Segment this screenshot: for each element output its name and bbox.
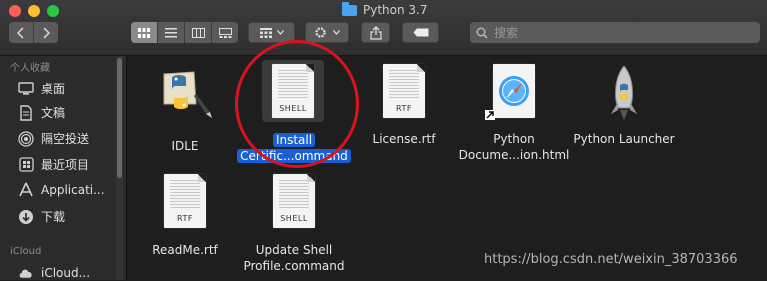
file-type-tag: RTF	[396, 104, 412, 113]
file-type-tag: RTF	[177, 214, 193, 223]
view-mode-control	[131, 22, 238, 43]
file-name-line1: Python	[493, 132, 535, 146]
window-title: Python 3.7	[342, 1, 428, 18]
sidebar-item-documents[interactable]: 文稿	[18, 104, 65, 121]
column-view-button[interactable]	[185, 22, 212, 43]
forward-button[interactable]	[34, 22, 58, 43]
rtf-document-icon: RTF	[164, 174, 206, 228]
desktop-icon	[18, 81, 34, 97]
file-grid: IDLE SHELL Install Certific...ommand RTF…	[127, 56, 767, 280]
alias-arrow-icon	[485, 110, 495, 120]
file-type-tag: SHELL	[280, 214, 308, 223]
window-title-label: Python 3.7	[363, 3, 428, 17]
sidebar-item-label: 桌面	[41, 82, 66, 96]
sidebar-item-applications[interactable]: Applicati...	[18, 182, 105, 198]
chevron-left-icon	[17, 26, 24, 39]
file-name-line2: Docume...ion.html	[458, 148, 570, 162]
rtf-document-icon: RTF	[383, 64, 425, 118]
folder-icon	[342, 1, 357, 16]
sidebar: 个人收藏 桌面 文稿 隔空投送 最近项目 Applicati... 下载 iCl…	[0, 56, 127, 280]
zoom-window-button[interactable]	[47, 5, 59, 17]
file-item-license[interactable]: RTF License.rtf	[344, 64, 464, 154]
search-input[interactable]	[494, 25, 734, 40]
sidebar-item-desktop[interactable]: 桌面	[18, 80, 65, 97]
file-item-update-shell-profile[interactable]: SHELL Update Shell Profile.command	[234, 174, 354, 274]
sidebar-section-icloud: iCloud	[10, 246, 42, 257]
minimize-window-button[interactable]	[28, 5, 40, 17]
nav-buttons	[9, 22, 58, 43]
chevron-down-icon	[333, 30, 340, 35]
sidebar-item-label: iCloud...	[41, 266, 91, 280]
list-icon	[165, 27, 177, 37]
gallery-view-button[interactable]	[212, 22, 238, 43]
shell-script-icon: SHELL	[273, 174, 315, 228]
file-item-python-documentation[interactable]: Python Docume...ion.html	[454, 64, 574, 164]
file-type-tag: SHELL	[279, 104, 307, 113]
share-icon	[369, 25, 382, 40]
file-name: IDLE	[171, 139, 199, 153]
columns-icon	[191, 27, 205, 38]
share-button[interactable]	[361, 22, 390, 43]
file-name-line1: Install	[234, 132, 354, 148]
group-grid-icon	[259, 27, 272, 38]
sidebar-item-label: 隔空投送	[41, 132, 90, 146]
sidebar-item-airdrop[interactable]: 隔空投送	[18, 130, 89, 147]
sidebar-item-recents[interactable]: 最近项目	[18, 156, 89, 173]
airdrop-icon	[18, 130, 34, 147]
documents-icon	[18, 104, 34, 121]
file-name: ReadMe.rtf	[152, 243, 218, 257]
icon-view-button[interactable]	[131, 22, 158, 43]
list-view-button[interactable]	[158, 22, 185, 43]
file-item-idle[interactable]: IDLE	[125, 64, 245, 154]
gallery-icon	[218, 27, 232, 38]
chevron-down-icon	[276, 30, 284, 35]
shell-script-icon: SHELL	[272, 64, 314, 118]
sidebar-scrollbar-thumb[interactable]	[117, 58, 122, 178]
sidebar-item-label: Applicati...	[41, 183, 105, 197]
file-name-line1: Update Shell	[255, 243, 333, 257]
file-item-readme[interactable]: RTF ReadMe.rtf	[125, 174, 245, 264]
applications-icon	[18, 182, 34, 198]
icon-grid-icon	[138, 27, 150, 38]
group-by-dropdown[interactable]	[248, 22, 295, 43]
sidebar-item-icloud-drive[interactable]: iCloud...	[18, 265, 90, 281]
sidebar-section-favorites: 个人收藏	[10, 63, 50, 74]
downloads-icon	[18, 209, 34, 225]
idle-app-icon	[156, 64, 214, 122]
sidebar-item-label: 最近项目	[41, 158, 90, 172]
file-item-install-certificates[interactable]: SHELL Install Certific...ommand	[234, 58, 354, 168]
recents-icon	[18, 157, 34, 173]
search-field[interactable]	[470, 22, 760, 43]
icloud-icon	[18, 265, 34, 281]
file-name-line2: Certific...ommand	[234, 148, 354, 164]
chevron-right-icon	[43, 26, 50, 39]
sidebar-item-label: 下载	[41, 210, 66, 224]
file-name: Python Launcher	[573, 132, 675, 146]
safari-document-icon	[493, 64, 535, 118]
file-name-line2: Profile.command	[243, 259, 345, 273]
action-menu-dropdown[interactable]	[305, 22, 349, 43]
back-button[interactable]	[9, 22, 34, 43]
file-name: License.rtf	[372, 132, 436, 146]
file-item-python-launcher[interactable]: Python Launcher	[564, 64, 684, 154]
rocket-app-icon	[608, 64, 640, 122]
sidebar-item-label: 文稿	[41, 106, 66, 120]
toolbar: Python 3.7	[0, 0, 767, 56]
tag-icon	[413, 28, 428, 37]
gear-icon	[315, 27, 326, 38]
sidebar-item-downloads[interactable]: 下载	[18, 208, 65, 225]
search-icon	[476, 27, 488, 39]
watermark-text: https://blog.csdn.net/weixin_38703366	[484, 252, 738, 267]
close-window-button[interactable]	[9, 5, 21, 17]
edit-tags-button[interactable]	[402, 22, 439, 43]
